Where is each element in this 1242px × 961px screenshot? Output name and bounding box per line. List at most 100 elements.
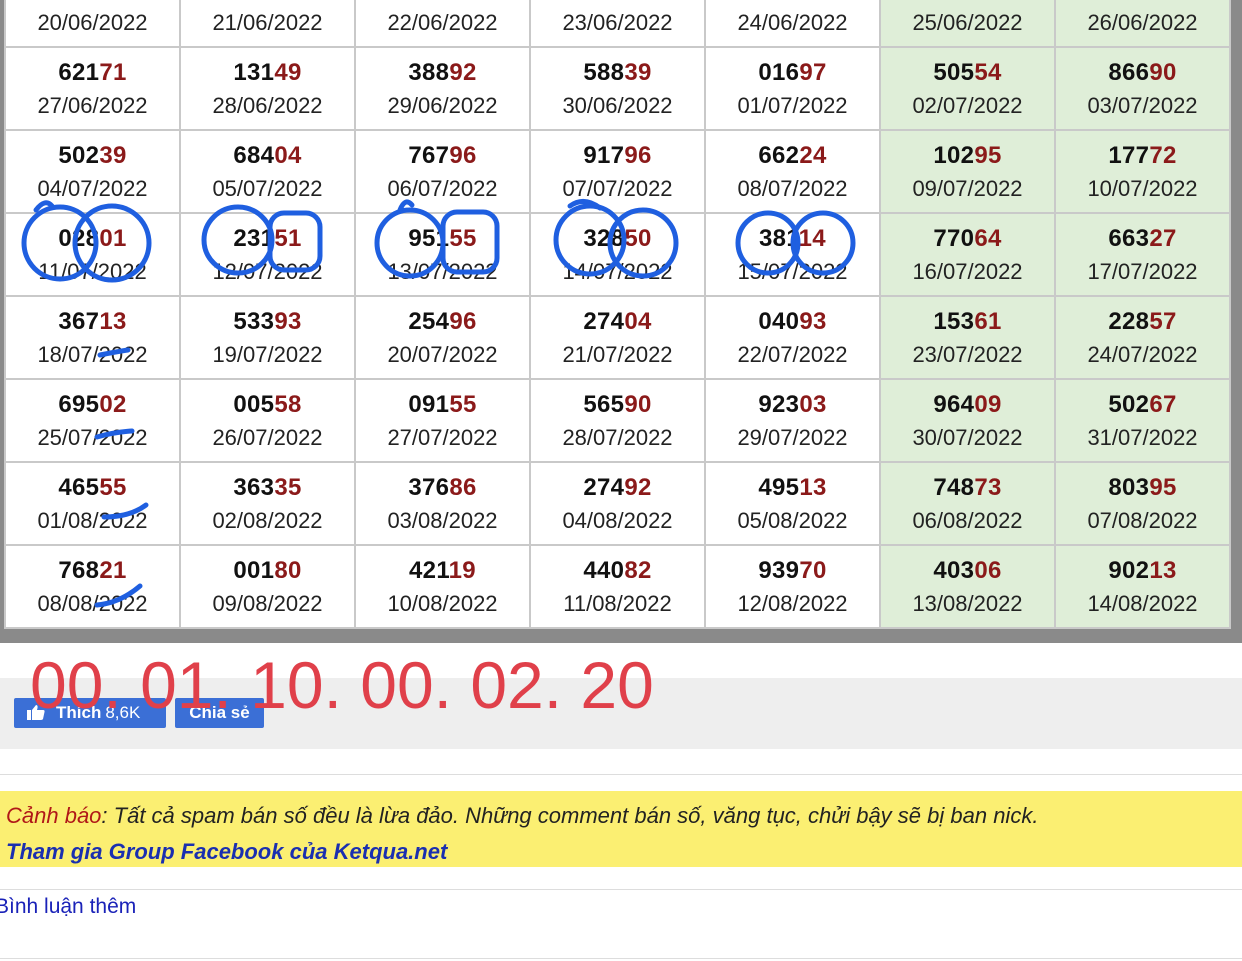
result-number-head: 505: [933, 58, 975, 86]
result-number: 13149: [181, 58, 354, 88]
result-number: 4071: [706, 0, 879, 5]
result-number-tail: 49: [274, 58, 302, 86]
result-number-tail: 02: [99, 390, 127, 418]
result-number-head: 71: [65, 0, 92, 3]
result-number-head: 367: [58, 307, 100, 335]
result-number: 58839: [531, 58, 704, 88]
result-date: 19/07/2022: [212, 341, 323, 367]
result-number: 36335: [181, 473, 354, 503]
result-number-tail: 93: [274, 307, 302, 335]
result-cell: 66327 17/07/2022: [1054, 212, 1231, 297]
result-cell: 32850 14/07/2022: [529, 212, 706, 297]
result-date: 05/07/2022: [212, 175, 323, 201]
result-number-head: 767: [408, 141, 450, 169]
result-number: 00558: [181, 390, 354, 420]
result-number-tail: 01: [99, 224, 127, 252]
result-number-head: 228: [1108, 307, 1150, 335]
result-cell: 77064 16/07/2022: [879, 212, 1056, 297]
result-number: 96409: [881, 390, 1054, 420]
result-number-head: 87: [590, 0, 617, 3]
result-date: 20/07/2022: [387, 341, 498, 367]
result-cell: 37686 03/08/2022: [354, 461, 531, 546]
result-cell: 49513 05/08/2022: [704, 461, 881, 546]
result-number: 90213: [1056, 556, 1229, 586]
result-date: 14/07/2022: [562, 258, 673, 284]
result-number: 00180: [181, 556, 354, 586]
result-number-tail: 58: [274, 390, 302, 418]
result-number-head: 684: [233, 141, 275, 169]
result-number-head: 565: [583, 390, 625, 418]
result-number-head: 381: [759, 224, 799, 252]
result-number: 32850: [531, 224, 704, 254]
result-number-head: 465: [58, 473, 100, 501]
result-cell: 10295 09/07/2022: [879, 129, 1056, 214]
result-cell: 17772 10/07/2022: [1054, 129, 1231, 214]
result-number-tail: 13: [1149, 556, 1177, 584]
result-number: 10295: [881, 141, 1054, 171]
result-number: 80395: [1056, 473, 1229, 503]
result-number-head: 770: [933, 224, 975, 252]
result-number: 69502: [6, 390, 179, 420]
result-date: 06/08/2022: [912, 507, 1023, 533]
result-cell: 40306 13/08/2022: [879, 544, 1056, 629]
more-comments-link[interactable]: Bình luận thêm: [0, 895, 136, 919]
result-date: 31/07/2022: [1087, 424, 1198, 450]
result-number-head: 131: [233, 58, 275, 86]
result-number-tail: 39: [624, 58, 652, 86]
result-date: 25/06/2022: [912, 9, 1023, 35]
result-number: 76821: [6, 556, 179, 586]
result-cell: 76796 06/07/2022: [354, 129, 531, 214]
result-date: 22/06/2022: [387, 9, 498, 35]
result-cell: 58839 30/06/2022: [529, 46, 706, 131]
result-number-tail: 27: [1149, 224, 1177, 252]
result-number: 8715: [531, 0, 704, 5]
result-number: 44082: [531, 556, 704, 586]
result-number-head: 923: [758, 390, 800, 418]
result-date: 07/07/2022: [562, 175, 673, 201]
result-number: 46555: [6, 473, 179, 503]
result-number-tail: 73: [974, 473, 1002, 501]
result-number-head: 768: [58, 556, 100, 584]
facebook-group-link[interactable]: Tham gia Group Facebook của Ketqua.net: [6, 834, 1236, 870]
result-cell: 95155 13/07/2022: [354, 212, 531, 297]
result-number-tail: 04: [624, 307, 652, 335]
handwritten-overlay-numbers: 00. 01. 10. 00. 02. 20: [30, 648, 654, 722]
result-date: 30/06/2022: [562, 92, 673, 118]
result-number-head: 328: [583, 224, 625, 252]
result-date: 13/08/2022: [912, 590, 1023, 616]
result-number: 53393: [181, 307, 354, 337]
result-number-tail: 54: [974, 58, 1002, 86]
result-number-head: 421: [409, 556, 449, 584]
result-number-head: 177: [1108, 141, 1150, 169]
table-row: 50239 04/07/2022 68404 05/07/2022 76796 06/07…: [4, 129, 1231, 214]
result-cell: 09155 27/07/2022: [354, 378, 531, 463]
result-number: 66327: [1056, 224, 1229, 254]
result-number-head: 388: [408, 58, 450, 86]
result-number: 92303: [706, 390, 879, 420]
result-number-tail: 71: [268, 0, 295, 3]
result-date: 02/07/2022: [912, 92, 1023, 118]
result-number: 91796: [531, 141, 704, 171]
results-table: 716620/06/2022817121/06/2022561522/06/20…: [4, 0, 1231, 629]
result-number: 04093: [706, 307, 879, 337]
result-date: 04/08/2022: [562, 507, 673, 533]
result-number-head: 866: [1108, 58, 1150, 86]
results-grid: 716620/06/2022817121/06/2022561522/06/20…: [0, 0, 1242, 643]
result-date: 03/08/2022: [387, 507, 498, 533]
result-number: 23151: [181, 224, 354, 254]
result-number-head: 40: [765, 0, 792, 3]
result-date: 08/08/2022: [37, 590, 148, 616]
result-date: 29/07/2022: [737, 424, 848, 450]
result-number-tail: 97: [799, 58, 827, 86]
result-number-tail: 19: [448, 556, 476, 584]
result-date: 25/07/2022: [37, 424, 148, 450]
result-cell: 00558 26/07/2022: [179, 378, 356, 463]
result-number-head: 495: [758, 473, 800, 501]
result-date: 27/06/2022: [37, 92, 148, 118]
result-cell: 50554 02/07/2022: [879, 46, 1056, 131]
warning-label: Cảnh báo: [6, 803, 102, 828]
result-cell: 00180 09/08/2022: [179, 544, 356, 629]
result-number-tail: 24: [799, 141, 827, 169]
result-number: 36713: [6, 307, 179, 337]
result-number: 86690: [1056, 58, 1229, 88]
